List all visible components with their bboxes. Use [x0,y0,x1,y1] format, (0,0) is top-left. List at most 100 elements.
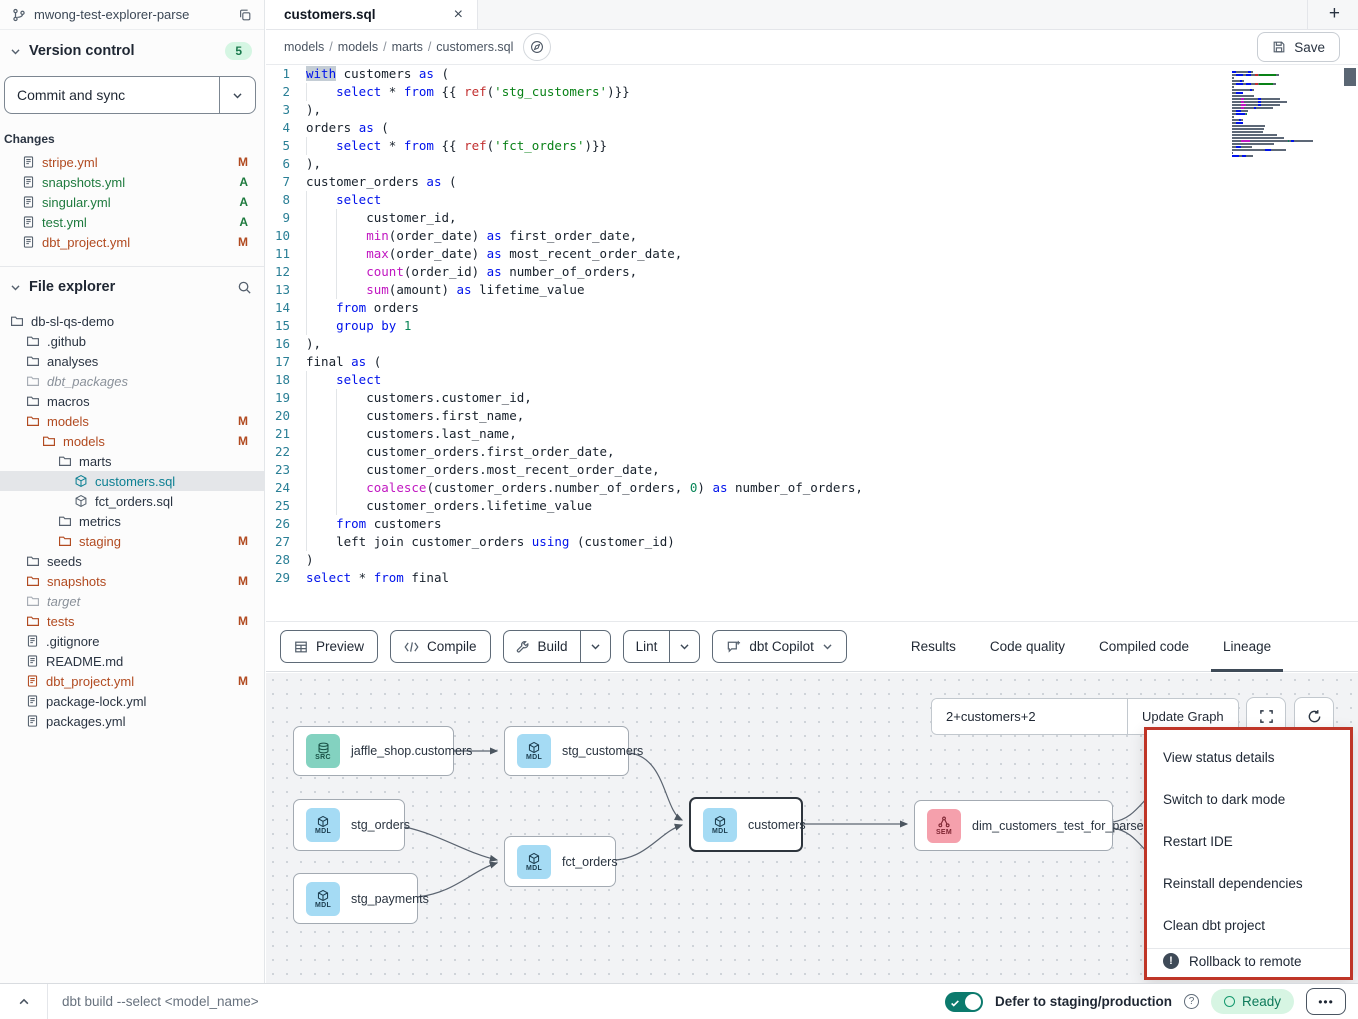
code-line-25[interactable]: 25 customer_orders.lifetime_value [266,497,1358,515]
editor-minimap[interactable] [1232,71,1332,158]
code-line-11[interactable]: 11 max(order_date) as most_recent_order_… [266,245,1358,263]
code-line-27[interactable]: 27 left join customer_orders using (cust… [266,533,1358,551]
code-line-19[interactable]: 19 customers.customer_id, [266,389,1358,407]
code-line-21[interactable]: 21 customers.last_name, [266,425,1358,443]
lineage-node-fct_orders[interactable]: MDLfct_orders [504,836,616,887]
code-line-4[interactable]: 4orders as ( [266,119,1358,137]
tree-item-metrics[interactable]: metrics [0,511,264,531]
code-editor[interactable]: 1with customers as (2 select * from {{ r… [266,65,1358,620]
tree-item-analyses[interactable]: analyses [0,351,264,371]
code-line-10[interactable]: 10 min(order_date) as first_order_date, [266,227,1358,245]
tree-item-fct_orders.sql[interactable]: fct_orders.sql [0,491,264,511]
commit-options-caret[interactable] [219,77,255,113]
code-line-28[interactable]: 28) [266,551,1358,569]
panel-tab-lineage[interactable]: Lineage [1223,621,1271,672]
code-line-9[interactable]: 9 customer_id, [266,209,1358,227]
tree-item-dbt_packages[interactable]: dbt_packages [0,371,264,391]
menu-item-switch-to-dark-mode[interactable]: Switch to dark mode [1147,778,1350,820]
chevron-down-icon[interactable] [10,46,21,57]
breadcrumb-segment[interactable]: marts [392,40,423,54]
preview-button[interactable]: Preview [280,630,378,663]
expand-command-panel-button[interactable] [0,984,48,1019]
breadcrumb-segment[interactable]: models [338,40,378,54]
code-line-23[interactable]: 23 customer_orders.most_recent_order_dat… [266,461,1358,479]
ide-options-button[interactable]: ••• [1306,988,1346,1015]
menu-item-reinstall-dependencies[interactable]: Reinstall dependencies [1147,862,1350,904]
lineage-node-customers[interactable]: MDLcustomers [689,797,803,852]
build-button[interactable]: Build [504,631,580,662]
tree-item-tests[interactable]: testsM [0,611,264,631]
menu-item-restart-ide[interactable]: Restart IDE [1147,820,1350,862]
tab-customers-sql[interactable]: customers.sql × [266,0,478,29]
tree-item-.gitignore[interactable]: .gitignore [0,631,264,651]
menu-item-rollback-to-remote[interactable]: ! Rollback to remote [1147,951,1350,971]
defer-toggle[interactable] [945,992,983,1012]
changed-file-snapshots.yml[interactable]: snapshots.ymlA [0,172,264,192]
code-line-12[interactable]: 12 count(order_id) as number_of_orders, [266,263,1358,281]
code-line-8[interactable]: 8 select [266,191,1358,209]
panel-tab-compiled-code[interactable]: Compiled code [1099,621,1189,672]
breadcrumb-segment[interactable]: customers.sql [436,40,513,54]
code-line-7[interactable]: 7customer_orders as ( [266,173,1358,191]
compile-button[interactable]: Compile [390,630,491,663]
lineage-node-jaffle_shop.customers[interactable]: SRCjaffle_shop.customers [293,726,454,776]
lineage-panel[interactable]: SRCjaffle_shop.customers MDLstg_customers… [266,673,1358,983]
tree-item-db-sl-qs-demo[interactable]: db-sl-qs-demo [0,311,264,331]
code-line-16[interactable]: 16), [266,335,1358,353]
panel-tab-results[interactable]: Results [911,621,956,672]
code-line-14[interactable]: 14 from orders [266,299,1358,317]
panel-tab-code-quality[interactable]: Code quality [990,621,1065,672]
tree-item-models[interactable]: modelsM [0,431,264,451]
code-line-24[interactable]: 24 coalesce(customer_orders.number_of_or… [266,479,1358,497]
search-icon[interactable] [237,280,252,295]
branch-name[interactable]: mwong-test-explorer-parse [34,7,230,22]
lint-options-caret[interactable] [669,631,699,662]
ide-status-badge[interactable]: Ready [1211,989,1294,1014]
tree-item-macros[interactable]: macros [0,391,264,411]
code-line-26[interactable]: 26 from customers [266,515,1358,533]
chevron-down-icon[interactable] [10,282,21,293]
code-line-29[interactable]: 29select * from final [266,569,1358,587]
lineage-node-stg_orders[interactable]: MDLstg_orders [293,799,405,851]
tree-item-package-lock.yml[interactable]: package-lock.yml [0,691,264,711]
command-input[interactable]: dbt build --select <model_name> [48,994,945,1009]
copy-path-button[interactable] [523,33,551,61]
code-line-17[interactable]: 17final as ( [266,353,1358,371]
tree-item-models[interactable]: modelsM [0,411,264,431]
menu-item-clean-dbt-project[interactable]: Clean dbt project [1147,904,1350,946]
save-button[interactable]: Save [1257,32,1340,62]
tree-item-staging[interactable]: stagingM [0,531,264,551]
copy-branch-icon[interactable] [238,8,252,22]
code-line-13[interactable]: 13 sum(amount) as lifetime_value [266,281,1358,299]
code-line-1[interactable]: 1with customers as ( [266,65,1358,83]
tree-item-customers.sql[interactable]: customers.sql [0,471,264,491]
menu-item-view-status-details[interactable]: View status details [1147,736,1350,778]
new-tab-button[interactable]: + [1329,3,1340,25]
code-line-22[interactable]: 22 customer_orders.first_order_date, [266,443,1358,461]
tree-item-.github[interactable]: .github [0,331,264,351]
code-line-6[interactable]: 6), [266,155,1358,173]
lineage-node-dim_customers_test_for_parse[interactable]: SEMdim_customers_test_for_parse [914,800,1113,851]
tree-item-snapshots[interactable]: snapshotsM [0,571,264,591]
lineage-node-stg_customers[interactable]: MDLstg_customers [504,726,629,776]
code-line-15[interactable]: 15 group by 1 [266,317,1358,335]
dbt-copilot-button[interactable]: dbt Copilot [712,630,847,663]
code-line-5[interactable]: 5 select * from {{ ref('fct_orders')}} [266,137,1358,155]
tree-item-marts[interactable]: marts [0,451,264,471]
close-tab-icon[interactable]: × [454,7,463,23]
tree-item-dbt_project.yml[interactable]: dbt_project.ymlM [0,671,264,691]
tree-item-seeds[interactable]: seeds [0,551,264,571]
lineage-selector-input[interactable] [932,699,1127,734]
lineage-node-stg_payments[interactable]: MDLstg_payments [293,873,418,924]
commit-and-sync-button[interactable]: Commit and sync [4,76,256,114]
code-line-2[interactable]: 2 select * from {{ ref('stg_customers')}… [266,83,1358,101]
changed-file-dbt_project.yml[interactable]: dbt_project.ymlM [0,232,264,252]
build-options-caret[interactable] [580,631,610,662]
tree-item-README.md[interactable]: README.md [0,651,264,671]
code-line-18[interactable]: 18 select [266,371,1358,389]
changed-file-test.yml[interactable]: test.ymlA [0,212,264,232]
breadcrumb-segment[interactable]: models [284,40,324,54]
help-icon[interactable]: ? [1184,994,1199,1009]
tree-item-target[interactable]: target [0,591,264,611]
code-line-20[interactable]: 20 customers.first_name, [266,407,1358,425]
